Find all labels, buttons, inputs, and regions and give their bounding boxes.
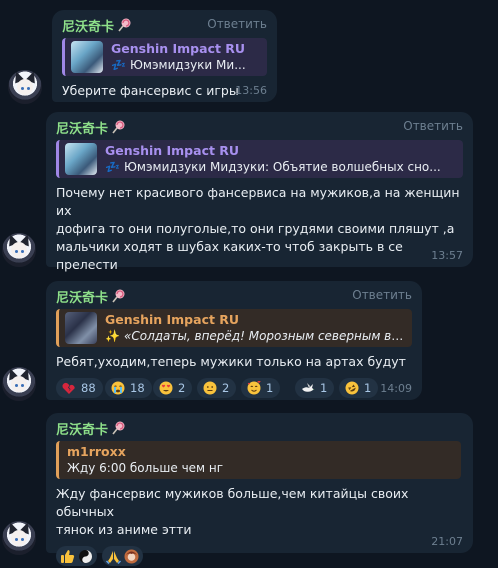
reaction-count: 1 [320, 381, 328, 395]
yin-yang-icon [79, 549, 92, 563]
reaction-count: 2 [222, 381, 230, 395]
avatar[interactable] [8, 70, 42, 104]
message-bubble[interactable]: 尼沃奇卡 Ответить Genshin Impact RU ✨ «Солдат… [46, 281, 422, 400]
reaction-chip[interactable]: 2 [153, 378, 193, 398]
heart-eyes-icon [159, 381, 173, 395]
reaction-chip[interactable]: 88 [56, 378, 103, 398]
message-bubble[interactable]: 尼沃奇卡 Ответить Genshin Impact RU 💤 Юмэмидз… [46, 112, 473, 301]
zzz-icon: 💤 [105, 160, 120, 174]
sparkles-icon: ✨ [105, 329, 120, 343]
reaction-chip[interactable] [102, 546, 143, 566]
quote-text: 💤 Юмэмидзуки Мидзуки: Объятие волшебных с… [105, 160, 441, 174]
zzz-icon: 💤 [111, 58, 126, 72]
message-text-line: дофига то они полуголые,то они грудями с… [56, 221, 455, 236]
avatar[interactable] [2, 233, 36, 267]
reactions-bar: 88 18 2 2 1 1 1 [56, 378, 412, 400]
hearts-face-icon [247, 381, 261, 395]
reply-button[interactable]: Ответить [352, 288, 412, 302]
quote-title: Genshin Impact RU [105, 143, 240, 158]
quoted-message[interactable]: m1rroxx Жду 6:00 больше чем нг [56, 441, 461, 479]
quote-title: m1rroxx [67, 444, 126, 459]
quote-title: Genshin Impact RU [105, 312, 240, 327]
reaction-count: 18 [130, 381, 145, 395]
sender-name[interactable]: 尼沃奇卡 [56, 287, 126, 306]
reply-button[interactable]: Ответить [207, 17, 267, 31]
crying-face-icon [111, 381, 125, 395]
quote-thumbnail [71, 41, 103, 73]
message-text-line: мальчики ходят в шубах каких-то чтоб зак… [56, 239, 403, 272]
message-text-line: тянок из аниме этти [56, 522, 192, 537]
quote-thumbnail [65, 143, 97, 175]
message-time: 13:56 [235, 84, 267, 97]
message-bubble[interactable]: 尼沃奇卡 m1rroxx Жду 6:00 больше чем нг Жду … [46, 413, 473, 566]
quote-text: 💤 Юмэмидзуки Ми... [111, 58, 246, 72]
message-text: Ребят,уходим,теперь мужики только на арт… [56, 354, 406, 369]
sender-name[interactable]: 尼沃奇卡 [62, 16, 132, 35]
reaction-count: 2 [178, 381, 186, 395]
reaction-count: 88 [81, 381, 96, 395]
message-header: 尼沃奇卡 Ответить [56, 287, 412, 307]
reaction-chip[interactable]: 2 [197, 378, 237, 398]
sender-name[interactable]: 尼沃奇卡 [56, 419, 126, 438]
reaction-chip[interactable]: 1 [241, 378, 281, 398]
quote-text: Жду 6:00 больше чем нг [67, 461, 224, 475]
lollipop-icon [118, 18, 131, 32]
quoted-message[interactable]: Genshin Impact RU 💤 Юмэмидзуки Ми... [62, 38, 267, 76]
quoted-message[interactable]: Genshin Impact RU ✨ «Солдаты, вперёд! Мор… [56, 309, 412, 347]
message-time: 14:09 [380, 382, 412, 395]
lollipop-icon [112, 120, 125, 134]
dove-icon [302, 383, 315, 392]
pray-icon [106, 550, 121, 564]
quoted-message[interactable]: Genshin Impact RU 💤 Юмэмидзуки Мидзуки: О… [56, 140, 463, 178]
reaction-chip[interactable]: 18 [105, 378, 152, 398]
reaction-chip[interactable] [56, 546, 97, 566]
reaction-count: 1 [266, 381, 274, 395]
message-text: Почему нет красивого фансервиса на мужик… [56, 184, 463, 274]
quote-title: Genshin Impact RU [111, 41, 246, 56]
reply-button[interactable]: Ответить [403, 119, 463, 133]
reactions-bar [56, 546, 463, 568]
lollipop-icon [112, 421, 125, 435]
avatar[interactable] [2, 521, 36, 555]
broken-heart-icon [62, 382, 75, 394]
sender-name[interactable]: 尼沃奇卡 [56, 118, 126, 137]
rofl-icon [345, 381, 359, 395]
reaction-chip[interactable]: 1 [339, 378, 379, 398]
quote-thumbnail [65, 312, 97, 344]
avatar-mini-icon [124, 549, 139, 563]
lollipop-icon [112, 289, 125, 303]
message-header: 尼沃奇卡 [56, 419, 463, 439]
message-bubble[interactable]: 尼沃奇卡 Ответить Genshin Impact RU 💤 Юмэмидз… [52, 10, 277, 102]
message-header: 尼沃奇卡 Ответить [56, 118, 463, 138]
reaction-chip[interactable]: 1 [295, 378, 335, 398]
quote-text: ✨ «Солдаты, вперёд! Морозным северным вет… [105, 329, 406, 343]
message-text-line: Почему нет красивого фансервиса на мужик… [56, 185, 460, 218]
message-time: 21:07 [431, 535, 463, 548]
thumbs-up-icon [61, 549, 75, 563]
message-text-line: Жду фансервис мужиков больше,чем китайцы… [56, 486, 409, 519]
message-text: Жду фансервис мужиков больше,чем китайцы… [56, 485, 463, 539]
message-header: 尼沃奇卡 Ответить [62, 16, 267, 36]
neutral-face-icon [203, 381, 217, 395]
reaction-count: 1 [364, 381, 372, 395]
message-time: 13:57 [431, 249, 463, 262]
avatar[interactable] [2, 367, 36, 401]
